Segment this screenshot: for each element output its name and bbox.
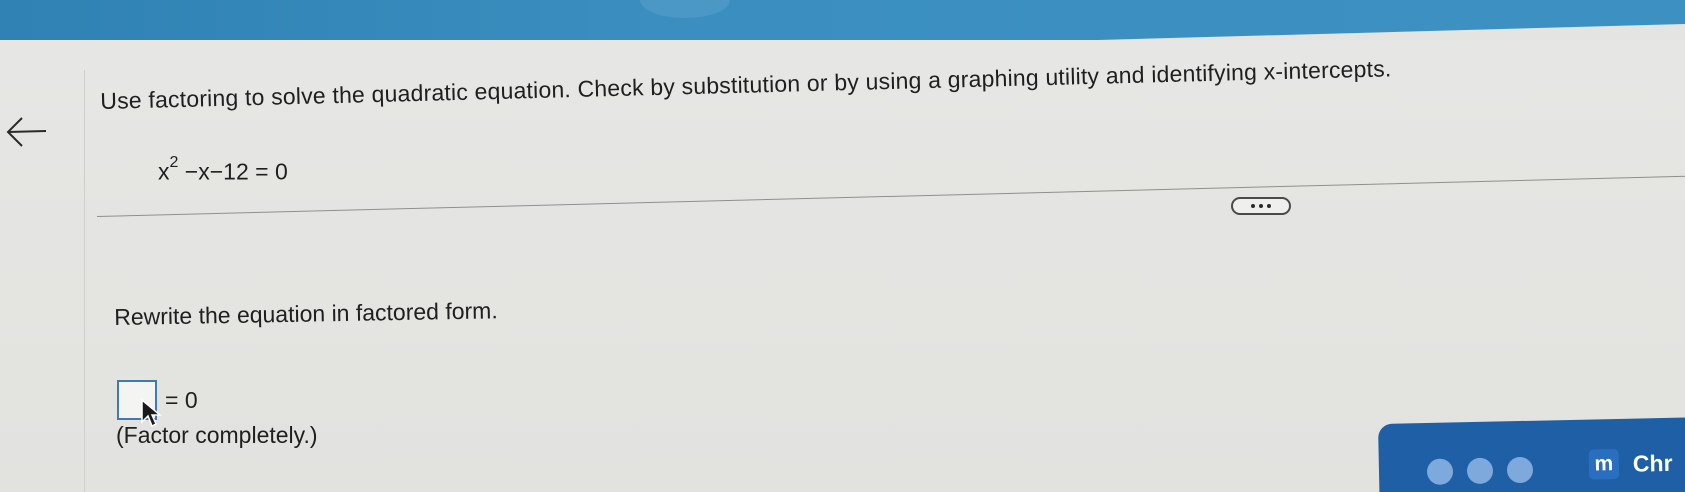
progress-dot-icon[interactable] <box>1426 458 1454 485</box>
equation-remainder: −x−12 = 0 <box>184 158 288 185</box>
progress-dot-icon[interactable] <box>1506 456 1534 484</box>
quadratic-equation: x2 −x−12 = 0 <box>158 154 288 186</box>
back-arrow-icon[interactable] <box>2 112 50 152</box>
progress-dot-icon[interactable] <box>1466 457 1494 485</box>
more-dot-icon <box>1267 204 1271 208</box>
app-label[interactable]: Chr <box>1633 450 1673 478</box>
more-dot-icon <box>1259 204 1263 208</box>
equals-zero-text: = 0 <box>165 386 198 413</box>
factor-completely-note: (Factor completely.) <box>116 422 318 448</box>
left-divider <box>84 70 85 492</box>
app-badge[interactable]: m <box>1588 448 1620 480</box>
equation-exponent: 2 <box>169 154 179 171</box>
more-dot-icon <box>1251 204 1255 208</box>
equation-variable: x <box>158 158 170 185</box>
more-options-button[interactable] <box>1231 197 1291 215</box>
bottom-toolbar: m Chr <box>1378 417 1685 492</box>
